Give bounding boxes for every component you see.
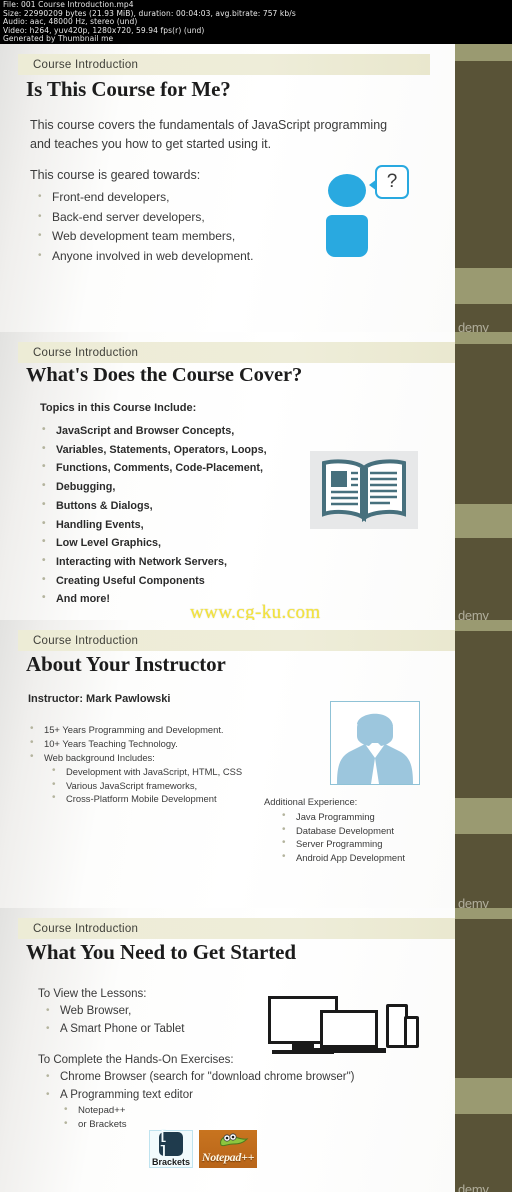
slide-3-instructor-name: Instructor: Mark Pawlowski <box>28 693 171 705</box>
list-item: Development with JavaScript, HTML, CSS <box>50 764 250 779</box>
slide-4-olive-column <box>455 908 512 1192</box>
list-item: Back-end server developers, <box>36 207 336 228</box>
question-bubble-icon: ? <box>369 165 409 199</box>
slide-2-olive-accent-top <box>455 332 512 344</box>
list-item: A Programming text editor <box>44 1086 414 1105</box>
slide-2-canvas: Course Introduction What's Does the Cour… <box>0 332 455 620</box>
list-item: A Smart Phone or Tablet <box>44 1020 294 1039</box>
list-item: Anyone involved in web development. <box>36 246 336 267</box>
slide-1-banner: Course Introduction <box>18 54 430 75</box>
brackets-glyph-icon: [ ] <box>159 1128 183 1160</box>
slide-2-banner: Course Introduction <box>18 342 455 363</box>
media-info-header: File: 001 Course Introduction.mp4 Size: … <box>0 0 512 44</box>
thumbnail-slide-1[interactable]: Course Introduction Is This Course for M… <box>0 44 512 334</box>
slide-2-olive-accent-mid <box>455 504 512 538</box>
slide-3-canvas: Course Introduction About Your Instructo… <box>0 620 455 908</box>
slide-1-canvas: Course Introduction Is This Course for M… <box>0 44 455 334</box>
thumbnail-slide-2[interactable]: Course Introduction What's Does the Cour… <box>0 332 512 620</box>
list-item: Java Programming <box>280 809 455 824</box>
thumbnail-slide-3[interactable]: Course Introduction About Your Instructo… <box>0 620 512 908</box>
list-item: Android App Development <box>280 850 455 865</box>
laptop-screen-icon <box>320 1010 378 1048</box>
slide-4-banner: Course Introduction <box>18 918 455 939</box>
slide-4-banner-label: Course Introduction <box>33 922 139 935</box>
thumbnail-slide-4[interactable]: Course Introduction What You Need to Get… <box>0 908 512 1192</box>
slide-4-view-list: Web Browser, A Smart Phone or Tablet <box>44 1002 294 1039</box>
slide-3-banner: Course Introduction <box>18 630 455 651</box>
slide-4-olive-accent-top <box>455 908 512 919</box>
slide-1-bullet-list: Front-end developers, Back-end server de… <box>36 187 336 267</box>
brackets-logo: [ ] Brackets <box>149 1128 193 1168</box>
slide-3-sub-bullet-list: Development with JavaScript, HTML, CSS V… <box>50 764 250 806</box>
slide-4-lead-view: To View the Lessons: <box>38 988 147 1000</box>
list-item: Functions, Comments, Code-Placement, <box>40 458 340 478</box>
slide-3-additional-list: Java Programming Database Development Se… <box>280 809 455 865</box>
slide-4-olive-accent-mid <box>455 1078 512 1114</box>
slide-3-banner-label: Course Introduction <box>33 634 139 647</box>
list-item: Low Level Graphics, <box>40 533 340 553</box>
slide-2-banner-label: Course Introduction <box>33 346 139 359</box>
instructor-avatar <box>330 701 420 785</box>
slide-4-title: What You Need to Get Started <box>26 940 296 964</box>
person-icon-head <box>328 174 366 207</box>
person-icon-body <box>326 215 368 257</box>
list-item: Web Browser, <box>44 1002 294 1021</box>
open-book-icon <box>310 451 418 529</box>
slide-4-canvas: Course Introduction What You Need to Get… <box>0 908 455 1192</box>
list-item: Front-end developers, <box>36 187 336 208</box>
list-item: Web background Includes: <box>28 750 258 765</box>
chameleon-icon <box>220 1133 249 1147</box>
question-mark-glyph: ? <box>386 171 398 192</box>
list-item: Chrome Browser (search for "download chr… <box>44 1068 414 1087</box>
list-item: JavaScript and Browser Concepts, <box>40 421 340 441</box>
list-item: 10+ Years Teaching Technology. <box>28 736 258 751</box>
list-item: Handling Events, <box>40 515 340 535</box>
notepadpp-logo: Notepad++ <box>199 1130 257 1168</box>
slide-2-topic-list: JavaScript and Browser Concepts, Variabl… <box>40 421 340 609</box>
slide-3-bullet-list: 15+ Years Programming and Development. 1… <box>28 722 258 765</box>
slide-2-lead: Topics in this Course Include: <box>40 402 197 414</box>
list-item: Creating Useful Components <box>40 571 340 591</box>
slide-1-lead: This course is geared towards: <box>30 168 201 182</box>
list-item: Variables, Statements, Operators, Loops, <box>40 440 340 460</box>
list-item: Debugging, <box>40 477 340 497</box>
slide-3-olive-column <box>455 620 512 908</box>
avatar-svg <box>337 713 413 784</box>
slide-1-banner-label: Course Introduction <box>33 58 139 71</box>
slide-4-lead-exercises: To Complete the Hands-On Exercises: <box>38 1054 234 1066</box>
list-item: 15+ Years Programming and Development. <box>28 722 258 737</box>
slide-3-olive-accent-top <box>455 620 512 631</box>
slide-2-title: What's Does the Course Cover? <box>26 364 303 386</box>
list-item: Buttons & Dialogs, <box>40 496 340 516</box>
slide-1-paragraph: This course covers the fundamentals of J… <box>30 118 388 151</box>
list-item: Interacting with Network Servers, <box>40 552 340 572</box>
brackets-logo-label: Brackets <box>151 1156 191 1167</box>
list-item: Various JavaScript frameworks, <box>50 778 250 793</box>
thumbnail-grid: Course Introduction Is This Course for M… <box>0 44 512 1192</box>
slide-4-exercise-list: Chrome Browser (search for "download chr… <box>44 1068 414 1105</box>
list-item: Cross-Platform Mobile Development <box>50 791 250 806</box>
list-item: Web development team members, <box>36 226 336 247</box>
list-item: Database Development <box>280 823 455 838</box>
site-watermark: www.cg-ku.com <box>190 602 321 620</box>
slide-3-title: About Your Instructor <box>26 652 226 676</box>
slide-1-title: Is This Course for Me? <box>26 77 231 101</box>
slide-2-olive-column <box>455 332 512 620</box>
contact-sheet-screenshot: File: 001 Course Introduction.mp4 Size: … <box>0 0 512 1192</box>
slide-3-additional-lead: Additional Experience: <box>264 796 358 807</box>
slide-1-olive-accent-top <box>455 44 512 61</box>
slide-1-olive-accent-bottom <box>455 268 512 304</box>
list-item: Server Programming <box>280 836 455 851</box>
open-book-svg <box>322 459 406 522</box>
slide-3-olive-accent-mid <box>455 798 512 834</box>
media-info-line-generator: Generated by Thumbnail me <box>3 34 114 44</box>
phone-icon <box>404 1016 419 1048</box>
list-item: Notepad++ <box>62 1103 262 1118</box>
laptop-base-icon <box>312 1048 386 1053</box>
